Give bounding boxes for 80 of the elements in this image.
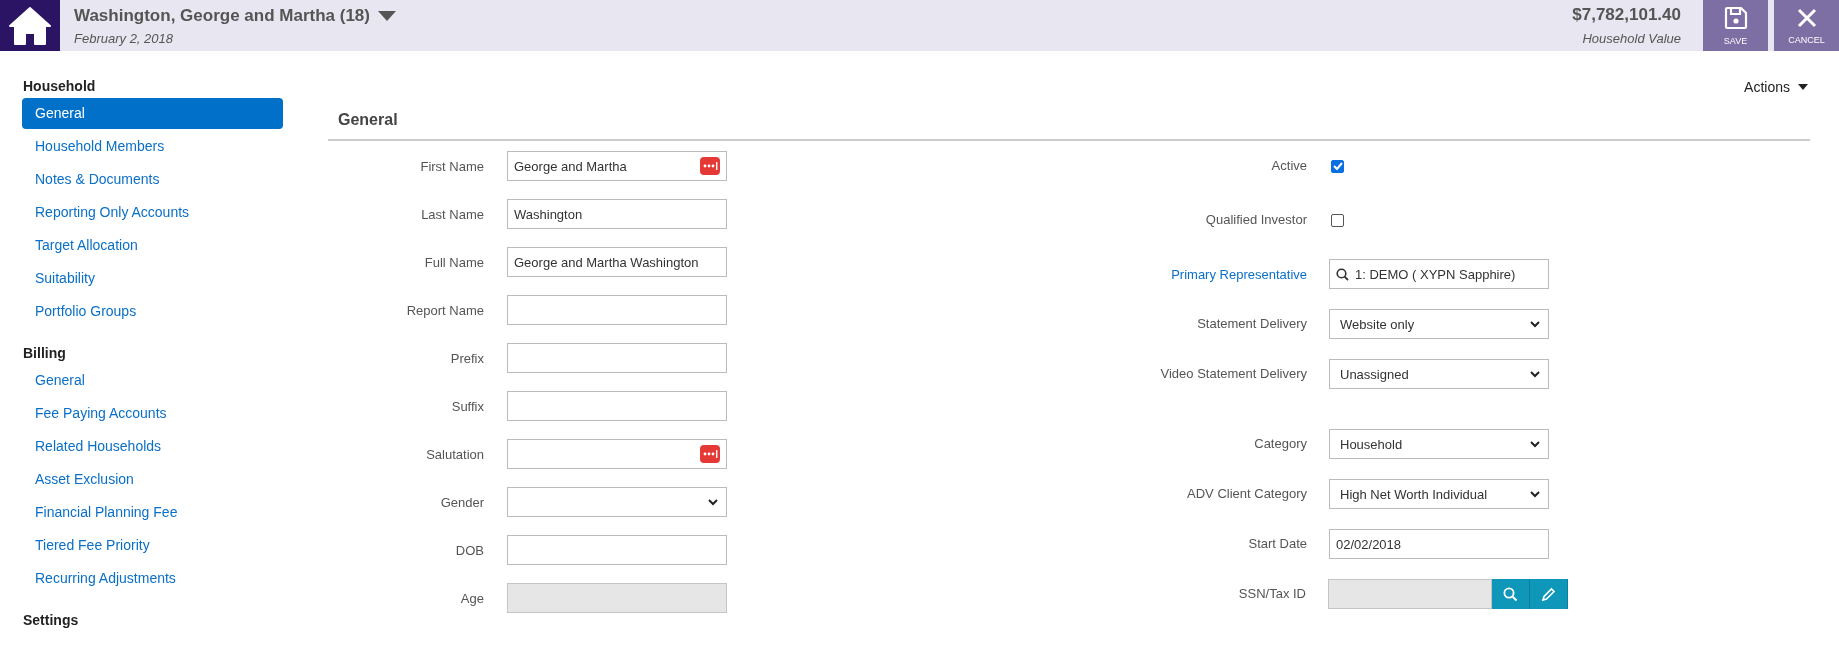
sidebar-item[interactable]: Financial Planning Fee — [22, 497, 283, 528]
field-label: Suffix — [450, 398, 484, 414]
input-field[interactable] — [507, 535, 727, 565]
input-field[interactable] — [507, 391, 727, 421]
field-label: Full Name — [423, 254, 484, 270]
field-label: SSN/Tax ID — [1238, 585, 1306, 603]
password-dots-icon[interactable] — [700, 445, 720, 463]
sidebar-item[interactable]: Portfolio Groups — [22, 296, 283, 327]
sidebar-item[interactable]: Household Members — [22, 131, 283, 162]
chevron-down-icon — [1530, 320, 1540, 328]
sidebar-heading: Settings — [22, 611, 80, 630]
floppy-disk-icon — [1723, 5, 1748, 30]
sidebar-item[interactable]: Target Allocation — [22, 230, 283, 261]
sidebar-item[interactable]: Asset Exclusion — [22, 464, 283, 495]
field-label: ADV Client Category — [1187, 485, 1307, 503]
field-label-link[interactable]: Primary Representative — [1171, 259, 1307, 282]
sidebar-heading: Billing — [22, 344, 67, 363]
household-title: Washington, George and Martha (18) — [74, 5, 370, 26]
pencil-icon — [1541, 586, 1556, 602]
edit-button[interactable] — [1530, 579, 1568, 609]
sidebar-item[interactable]: Recurring Adjustments — [22, 563, 283, 594]
section-title: General — [328, 111, 1810, 141]
sidebar-item[interactable]: General — [22, 98, 283, 129]
password-dots-icon[interactable] — [700, 157, 720, 175]
field-label: Category — [1254, 435, 1307, 453]
search-icon — [1503, 586, 1518, 602]
field-label: Video Statement Delivery — [1160, 365, 1307, 383]
chevron-down-icon — [1530, 440, 1540, 448]
checkbox[interactable] — [1331, 159, 1344, 173]
sidebar-heading: Household — [22, 77, 97, 96]
dropdown-field[interactable]: High Net Worth Individual — [1329, 479, 1549, 509]
chevron-down-icon — [1530, 490, 1540, 498]
household-value-label: Household Value — [1582, 31, 1681, 46]
field-label: First Name — [419, 158, 484, 174]
sidebar-item[interactable]: Reporting Only Accounts — [22, 197, 283, 228]
input-field[interactable] — [507, 295, 727, 325]
sidebar-item[interactable]: Notes & Documents — [22, 164, 283, 195]
input-field[interactable] — [507, 439, 727, 469]
close-icon — [1795, 6, 1818, 29]
input-field[interactable]: Washington — [507, 199, 727, 229]
sidebar-item[interactable]: Tiered Fee Priority — [22, 530, 283, 561]
field-label: Prefix — [449, 350, 484, 366]
input-field[interactable]: George and Martha Washington — [507, 247, 727, 277]
home-button[interactable] — [0, 0, 60, 51]
chevron-down-icon — [708, 498, 718, 506]
household-value: $7,782,101.40 — [1572, 5, 1681, 25]
dropdown-field[interactable] — [507, 487, 727, 517]
search-field[interactable]: 1: DEMO ( XYPN Sapphire) — [1329, 259, 1549, 289]
field-label: Active — [1271, 157, 1307, 175]
checkbox[interactable] — [1331, 213, 1344, 227]
field-label: Age — [459, 590, 484, 606]
caret-icon — [1798, 84, 1808, 90]
input-field[interactable]: 02/02/2018 — [1329, 529, 1549, 559]
field-label: Last Name — [420, 206, 484, 222]
dropdown-field[interactable]: Unassigned — [1329, 359, 1549, 389]
field-label: Gender — [439, 494, 484, 510]
input-field[interactable]: George and Martha — [507, 151, 727, 181]
field-label: DOB — [454, 542, 484, 558]
field-label: Report Name — [405, 302, 484, 318]
dropdown-field[interactable]: Website only — [1329, 309, 1549, 339]
field-label: Qualified Investor — [1205, 211, 1307, 229]
household-date: February 2, 2018 — [74, 30, 174, 46]
sidebar-item[interactable]: Suitability — [22, 263, 283, 294]
field-label: Start Date — [1248, 535, 1307, 553]
input-field[interactable] — [1328, 579, 1492, 609]
chevron-down-icon — [1530, 370, 1540, 378]
search-button[interactable] — [1492, 579, 1530, 609]
cancel-button[interactable]: CANCEL — [1774, 0, 1839, 51]
save-button[interactable]: SAVE — [1703, 0, 1768, 51]
home-icon — [8, 5, 52, 46]
field-label: Salutation — [425, 446, 484, 462]
actions-menu[interactable]: Actions — [1744, 79, 1808, 95]
caret-icon[interactable] — [377, 10, 396, 21]
sidebar-item[interactable]: Fee Paying Accounts — [22, 398, 283, 429]
sidebar-item[interactable]: Related Households — [22, 431, 283, 462]
sidebar-item[interactable]: General — [22, 365, 283, 396]
search-icon — [1336, 267, 1349, 281]
field-label: Statement Delivery — [1197, 315, 1307, 333]
dropdown-field[interactable]: Household — [1329, 429, 1549, 459]
input-field[interactable] — [507, 343, 727, 373]
